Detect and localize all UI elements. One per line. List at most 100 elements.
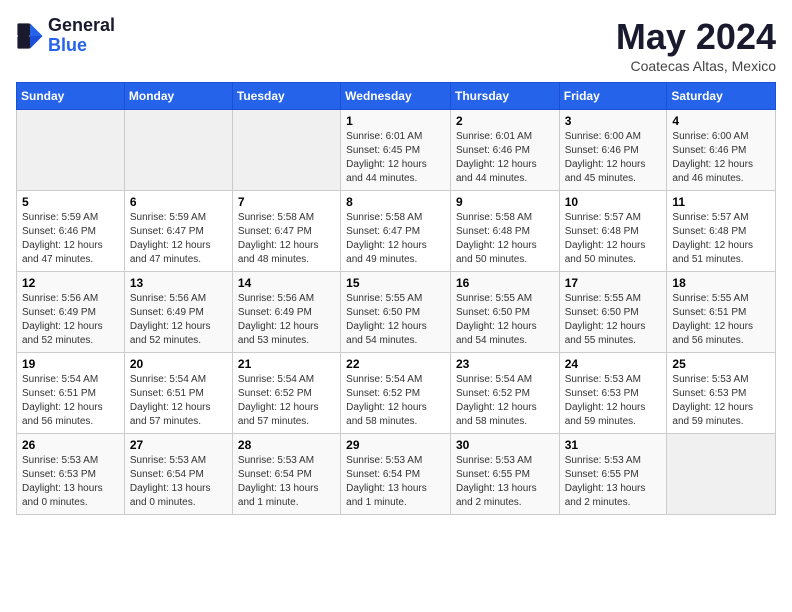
- calendar-cell: 1Sunrise: 6:01 AM Sunset: 6:45 PM Daylig…: [341, 110, 451, 191]
- day-number: 1: [346, 114, 445, 128]
- day-info: Sunrise: 5:53 AM Sunset: 6:55 PM Dayligh…: [565, 454, 662, 510]
- day-info: Sunrise: 5:55 AM Sunset: 6:50 PM Dayligh…: [456, 292, 554, 348]
- day-number: 11: [672, 195, 770, 209]
- calendar-cell: 12Sunrise: 5:56 AM Sunset: 6:49 PM Dayli…: [17, 272, 125, 353]
- calendar-cell: 22 Sunrise: 5:54 AM Sunset: 6:52 PM Dayli…: [341, 353, 451, 434]
- day-number: 7: [238, 195, 335, 209]
- title-block: May 2024 Coatecas Altas, Mexico: [616, 16, 776, 74]
- calendar-cell: 16 Sunrise: 5:55 AM Sunset: 6:50 PM Dayli…: [450, 272, 559, 353]
- calendar-cell: 26 Sunrise: 5:53 AM Sunset: 6:53 PM Dayli…: [17, 434, 125, 515]
- calendar-cell: 23 Sunrise: 5:54 AM Sunset: 6:52 PM Dayli…: [450, 353, 559, 434]
- day-number: 20: [130, 357, 227, 371]
- calendar-cell: 17 Sunrise: 5:55 AM Sunset: 6:50 PM Dayli…: [559, 272, 667, 353]
- day-number: 26: [22, 438, 119, 452]
- day-info: Sunrise: 5:56 AM Sunset: 6:49 PM Dayligh…: [22, 292, 119, 348]
- day-info: Sunrise: 5:55 AM Sunset: 6:50 PM Dayligh…: [565, 292, 662, 348]
- day-number: 22: [346, 357, 445, 371]
- calendar-week-5: 26 Sunrise: 5:53 AM Sunset: 6:53 PM Dayli…: [17, 434, 776, 515]
- calendar-cell: 31 Sunrise: 5:53 AM Sunset: 6:55 PM Dayli…: [559, 434, 667, 515]
- calendar-cell: 20 Sunrise: 5:54 AM Sunset: 6:51 PM Dayli…: [124, 353, 232, 434]
- day-number: 14: [238, 276, 335, 290]
- day-info: Sunrise: 5:57 AM Sunset: 6:48 PM Dayligh…: [565, 211, 662, 267]
- day-number: 21: [238, 357, 335, 371]
- calendar-cell: 11 Sunrise: 5:57 AM Sunset: 6:48 PM Dayli…: [667, 191, 776, 272]
- day-number: 9: [456, 195, 554, 209]
- day-number: 25: [672, 357, 770, 371]
- calendar-cell: [667, 434, 776, 515]
- logo-blue: Blue: [48, 36, 115, 56]
- day-info: Sunrise: 6:00 AM Sunset: 6:46 PM Dayligh…: [565, 130, 662, 186]
- calendar-cell: [124, 110, 232, 191]
- calendar-cell: [232, 110, 340, 191]
- day-info: Sunrise: 5:58 AM Sunset: 6:48 PM Dayligh…: [456, 211, 554, 267]
- day-number: 6: [130, 195, 227, 209]
- subtitle: Coatecas Altas, Mexico: [616, 58, 776, 74]
- day-number: 27: [130, 438, 227, 452]
- calendar-week-3: 12Sunrise: 5:56 AM Sunset: 6:49 PM Dayli…: [17, 272, 776, 353]
- day-header-monday: Monday: [124, 83, 232, 110]
- day-header-thursday: Thursday: [450, 83, 559, 110]
- day-info: Sunrise: 5:57 AM Sunset: 6:48 PM Dayligh…: [672, 211, 770, 267]
- calendar-week-1: 1Sunrise: 6:01 AM Sunset: 6:45 PM Daylig…: [17, 110, 776, 191]
- calendar: SundayMondayTuesdayWednesdayThursdayFrid…: [16, 82, 776, 515]
- day-number: 15: [346, 276, 445, 290]
- calendar-cell: 29 Sunrise: 5:53 AM Sunset: 6:54 PM Dayli…: [341, 434, 451, 515]
- calendar-cell: 13Sunrise: 5:56 AM Sunset: 6:49 PM Dayli…: [124, 272, 232, 353]
- calendar-cell: 5Sunrise: 5:59 AM Sunset: 6:46 PM Daylig…: [17, 191, 125, 272]
- day-number: 28: [238, 438, 335, 452]
- calendar-cell: 8 Sunrise: 5:58 AM Sunset: 6:47 PM Daylig…: [341, 191, 451, 272]
- day-number: 16: [456, 276, 554, 290]
- calendar-cell: 2Sunrise: 6:01 AM Sunset: 6:46 PM Daylig…: [450, 110, 559, 191]
- calendar-cell: 18Sunrise: 5:55 AM Sunset: 6:51 PM Dayli…: [667, 272, 776, 353]
- day-number: 3: [565, 114, 662, 128]
- calendar-cell: 21 Sunrise: 5:54 AM Sunset: 6:52 PM Dayli…: [232, 353, 340, 434]
- day-number: 10: [565, 195, 662, 209]
- day-info: Sunrise: 5:56 AM Sunset: 6:49 PM Dayligh…: [238, 292, 335, 348]
- day-info: Sunrise: 5:54 AM Sunset: 6:51 PM Dayligh…: [130, 373, 227, 429]
- day-info: Sunrise: 5:53 AM Sunset: 6:54 PM Dayligh…: [238, 454, 335, 510]
- day-info: Sunrise: 6:01 AM Sunset: 6:46 PM Dayligh…: [456, 130, 554, 186]
- calendar-cell: 28 Sunrise: 5:53 AM Sunset: 6:54 PM Dayli…: [232, 434, 340, 515]
- day-info: Sunrise: 5:53 AM Sunset: 6:53 PM Dayligh…: [672, 373, 770, 429]
- day-header-friday: Friday: [559, 83, 667, 110]
- calendar-cell: 4Sunrise: 6:00 AM Sunset: 6:46 PM Daylig…: [667, 110, 776, 191]
- calendar-week-4: 19 Sunrise: 5:54 AM Sunset: 6:51 PM Dayli…: [17, 353, 776, 434]
- main-title: May 2024: [616, 16, 776, 58]
- calendar-cell: [17, 110, 125, 191]
- day-number: 8: [346, 195, 445, 209]
- calendar-cell: 19 Sunrise: 5:54 AM Sunset: 6:51 PM Dayli…: [17, 353, 125, 434]
- day-info: Sunrise: 5:58 AM Sunset: 6:47 PM Dayligh…: [238, 211, 335, 267]
- day-number: 24: [565, 357, 662, 371]
- day-info: Sunrise: 5:54 AM Sunset: 6:52 PM Dayligh…: [346, 373, 445, 429]
- day-number: 19: [22, 357, 119, 371]
- day-info: Sunrise: 5:55 AM Sunset: 6:50 PM Dayligh…: [346, 292, 445, 348]
- calendar-cell: 6Sunrise: 5:59 AM Sunset: 6:47 PM Daylig…: [124, 191, 232, 272]
- calendar-week-2: 5Sunrise: 5:59 AM Sunset: 6:46 PM Daylig…: [17, 191, 776, 272]
- day-number: 18: [672, 276, 770, 290]
- day-number: 31: [565, 438, 662, 452]
- calendar-cell: 3 Sunrise: 6:00 AM Sunset: 6:46 PM Daylig…: [559, 110, 667, 191]
- day-number: 23: [456, 357, 554, 371]
- calendar-cell: 10 Sunrise: 5:57 AM Sunset: 6:48 PM Dayli…: [559, 191, 667, 272]
- calendar-cell: 7 Sunrise: 5:58 AM Sunset: 6:47 PM Daylig…: [232, 191, 340, 272]
- day-number: 4: [672, 114, 770, 128]
- day-info: Sunrise: 5:54 AM Sunset: 6:52 PM Dayligh…: [456, 373, 554, 429]
- logo-text: General Blue: [48, 16, 115, 56]
- day-number: 29: [346, 438, 445, 452]
- day-info: Sunrise: 5:54 AM Sunset: 6:52 PM Dayligh…: [238, 373, 335, 429]
- day-info: Sunrise: 5:53 AM Sunset: 6:53 PM Dayligh…: [565, 373, 662, 429]
- day-info: Sunrise: 5:58 AM Sunset: 6:47 PM Dayligh…: [346, 211, 445, 267]
- day-header-wednesday: Wednesday: [341, 83, 451, 110]
- calendar-header-row: SundayMondayTuesdayWednesdayThursdayFrid…: [17, 83, 776, 110]
- day-number: 13: [130, 276, 227, 290]
- day-info: Sunrise: 5:54 AM Sunset: 6:51 PM Dayligh…: [22, 373, 119, 429]
- calendar-cell: 24 Sunrise: 5:53 AM Sunset: 6:53 PM Dayli…: [559, 353, 667, 434]
- page-header: General Blue May 2024 Coatecas Altas, Me…: [16, 16, 776, 74]
- calendar-cell: 14 Sunrise: 5:56 AM Sunset: 6:49 PM Dayli…: [232, 272, 340, 353]
- day-number: 17: [565, 276, 662, 290]
- day-info: Sunrise: 5:53 AM Sunset: 6:53 PM Dayligh…: [22, 454, 119, 510]
- day-info: Sunrise: 5:59 AM Sunset: 6:46 PM Dayligh…: [22, 211, 119, 267]
- day-info: Sunrise: 5:53 AM Sunset: 6:54 PM Dayligh…: [346, 454, 445, 510]
- day-info: Sunrise: 5:53 AM Sunset: 6:54 PM Dayligh…: [130, 454, 227, 510]
- calendar-cell: 15 Sunrise: 5:55 AM Sunset: 6:50 PM Dayli…: [341, 272, 451, 353]
